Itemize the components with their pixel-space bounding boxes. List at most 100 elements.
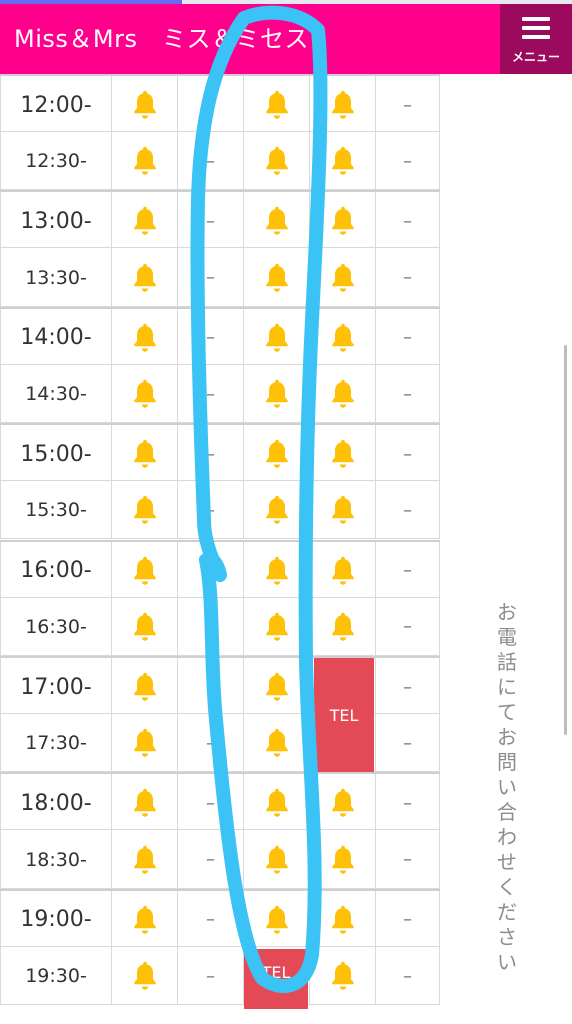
bell-icon[interactable] [310, 132, 376, 191]
unavailable-dash: – [178, 714, 244, 773]
bell-icon[interactable] [112, 774, 178, 833]
unavailable-dash: – [376, 597, 440, 656]
menu-button[interactable]: メニュー [500, 4, 572, 74]
table-row: 12:00- – [0, 74, 440, 134]
unavailable-dash: – [178, 541, 244, 600]
unavailable-dash: – [178, 830, 244, 889]
table-row: 16:30- – – [0, 597, 440, 656]
scrollbar[interactable] [564, 345, 567, 735]
bell-icon[interactable] [310, 541, 376, 600]
bell-icon[interactable] [244, 365, 310, 423]
bell-icon[interactable] [112, 76, 178, 134]
bell-icon[interactable] [244, 76, 310, 134]
table-row: 14:00- – – [0, 306, 440, 367]
unavailable-dash: – [376, 481, 440, 540]
unavailable-dash: – [376, 714, 440, 773]
bell-icon[interactable] [310, 425, 376, 484]
time-slot-label: 18:30- [0, 830, 112, 889]
bell-icon[interactable] [112, 890, 178, 949]
time-slot-label: 13:30- [0, 248, 112, 307]
unavailable-dash: – [178, 248, 244, 307]
tel-block[interactable]: TEL [244, 949, 308, 1009]
unavailable-dash: – [178, 658, 244, 716]
bell-icon[interactable] [244, 248, 310, 307]
table-row: 13:00- – – [0, 190, 440, 251]
bell-icon[interactable] [112, 481, 178, 540]
unavailable-dash: – [178, 890, 244, 949]
unavailable-dash: – [376, 774, 440, 833]
bell-icon[interactable] [310, 365, 376, 423]
bell-icon[interactable] [112, 658, 178, 716]
time-slot-label: 14:30- [0, 365, 112, 423]
bell-icon[interactable] [112, 308, 178, 367]
bell-icon[interactable] [112, 192, 178, 251]
bell-icon[interactable] [112, 541, 178, 600]
table-row: 16:00- – – [0, 539, 440, 600]
bell-icon[interactable] [244, 658, 310, 716]
bell-icon[interactable] [310, 947, 376, 1005]
bell-icon[interactable] [112, 365, 178, 423]
unavailable-dash: – [178, 192, 244, 251]
table-row: 18:00- – – [0, 772, 440, 833]
bell-icon[interactable] [310, 890, 376, 949]
table-row: 17:30- – – [0, 714, 440, 773]
bell-icon[interactable] [112, 248, 178, 307]
table-row: 14:30- – – [0, 365, 440, 423]
unavailable-dash: – [178, 425, 244, 484]
unavailable-dash: – [376, 132, 440, 191]
unavailable-dash: – [178, 365, 244, 423]
bell-icon[interactable] [310, 830, 376, 889]
bell-icon[interactable] [310, 76, 376, 134]
unavailable-dash: – [178, 597, 244, 656]
bell-icon[interactable] [244, 541, 310, 600]
unavailable-dash: – [178, 308, 244, 367]
bell-icon[interactable] [244, 890, 310, 949]
bell-icon[interactable] [112, 597, 178, 656]
unavailable-dash: – [376, 947, 440, 1005]
time-slot-label: 15:30- [0, 481, 112, 540]
table-row: 13:30- – – [0, 248, 440, 307]
bell-icon[interactable] [244, 830, 310, 889]
unavailable-dash: – [376, 308, 440, 367]
phone-inquiry-note: お電話にてお問い合わせください [497, 600, 517, 974]
bell-icon[interactable] [112, 425, 178, 484]
table-row: 19:30- – – [0, 947, 440, 1005]
bell-icon[interactable] [244, 425, 310, 484]
unavailable-dash: – [376, 425, 440, 484]
site-header: Miss＆Mrs ミス＆ミセス メニュー [0, 4, 572, 74]
bell-icon[interactable] [310, 481, 376, 540]
unavailable-dash: – [376, 76, 440, 134]
bell-icon[interactable] [310, 597, 376, 656]
bell-icon[interactable] [112, 830, 178, 889]
bell-icon[interactable] [244, 714, 310, 773]
bell-icon[interactable] [244, 192, 310, 251]
unavailable-dash: – [376, 658, 440, 716]
bell-icon[interactable] [244, 132, 310, 191]
table-row: 18:30- – – [0, 830, 440, 889]
bell-icon[interactable] [310, 192, 376, 251]
time-slot-label: 13:00- [0, 192, 112, 251]
tel-block[interactable]: TEL [314, 658, 374, 773]
unavailable-dash: – [178, 947, 244, 1005]
unavailable-dash: – [376, 830, 440, 889]
bell-icon[interactable] [244, 774, 310, 833]
time-slot-label: 12:00- [0, 76, 112, 134]
site-title[interactable]: Miss＆Mrs ミス＆ミセス [14, 4, 309, 74]
bell-icon[interactable] [112, 714, 178, 773]
time-slot-label: 18:00- [0, 774, 112, 833]
bell-icon[interactable] [310, 774, 376, 833]
bell-icon[interactable] [310, 248, 376, 307]
bell-icon[interactable] [244, 597, 310, 656]
schedule-table: 12:00- –12:30- – –13:00- – –13:30- – –14:00- – –1… [0, 74, 440, 1024]
bell-icon[interactable] [310, 308, 376, 367]
unavailable-dash: – [178, 774, 244, 833]
bell-icon[interactable] [112, 947, 178, 1005]
bell-icon[interactable] [112, 132, 178, 191]
unavailable-dash: – [376, 541, 440, 600]
bell-icon[interactable] [244, 308, 310, 367]
table-row: 15:30- – – [0, 481, 440, 540]
time-slot-label: 14:00- [0, 308, 112, 367]
menu-button-label: メニュー [511, 50, 560, 64]
bell-icon[interactable] [244, 481, 310, 540]
table-row: 12:30- – – [0, 132, 440, 191]
